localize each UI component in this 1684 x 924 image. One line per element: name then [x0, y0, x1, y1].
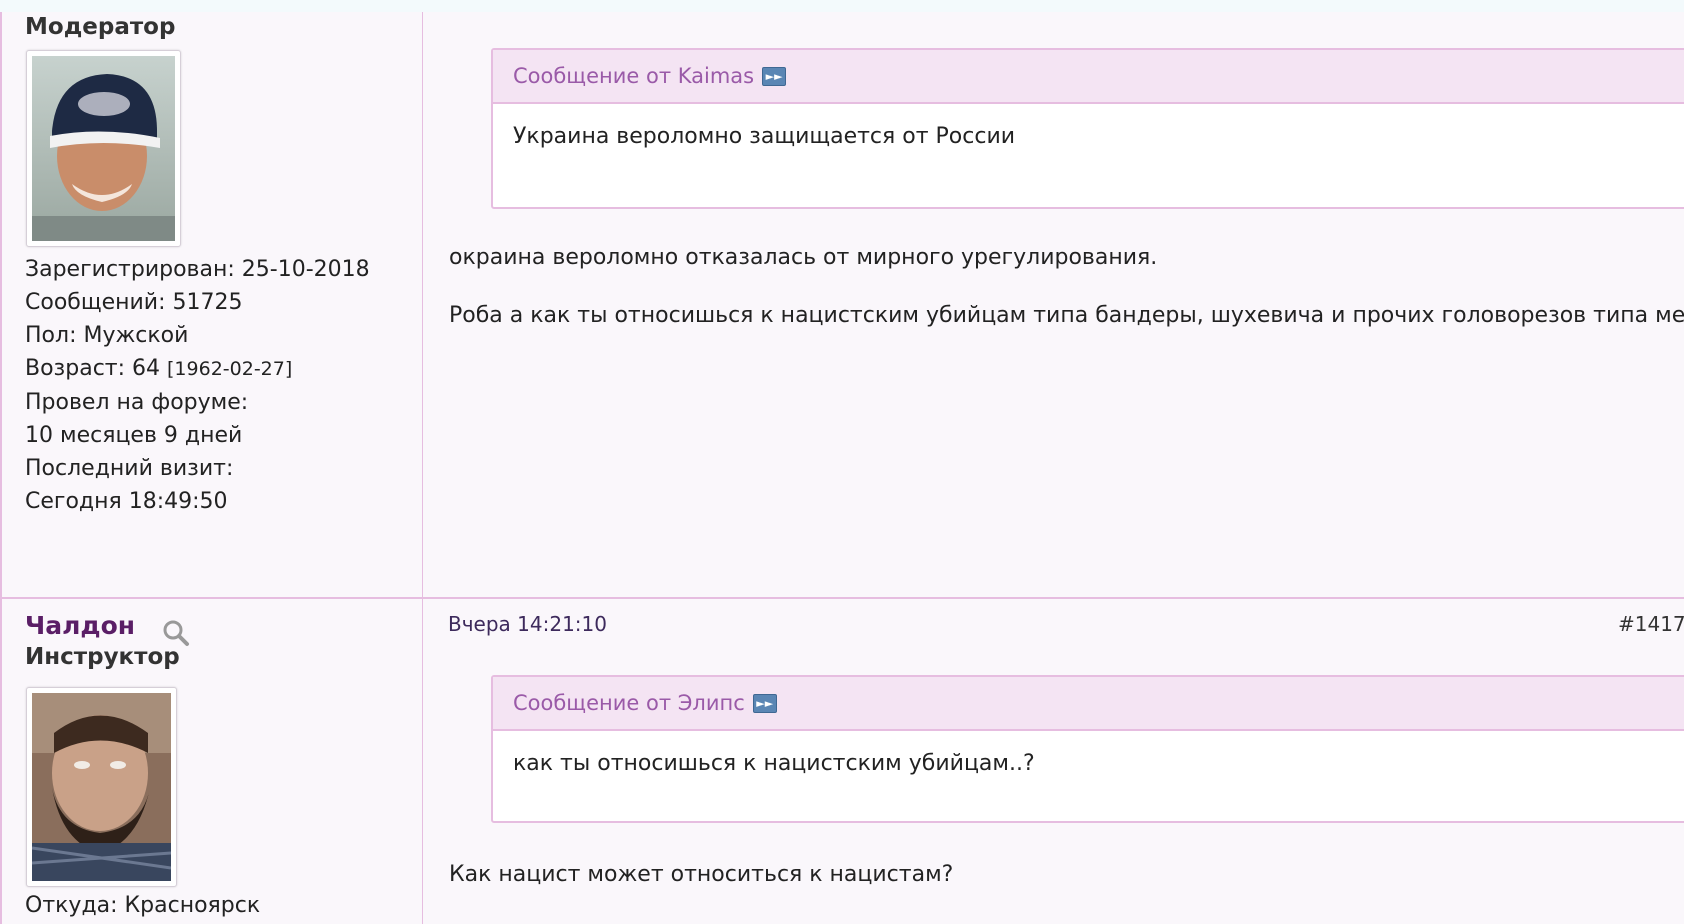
user-info: Откуда: Красноярск: [25, 889, 260, 922]
double-arrow-right-icon[interactable]: ►►: [752, 693, 777, 713]
registered-date: Зарегистрирован: 25-10-2018: [25, 257, 370, 282]
user-info: Зарегистрирован: 25-10-2018 Сообщений: 5…: [25, 253, 370, 518]
time-on-forum-label: Провел на форуме:: [25, 390, 249, 415]
avatar[interactable]: [26, 50, 181, 247]
message-text: Роба а как ты относишься к нацистским уб…: [449, 303, 1684, 328]
forum-page: Модератор Зарегистрирован: 25-10-2018 Со…: [0, 0, 1684, 924]
avatar-image-icon: [32, 56, 175, 241]
user-rank: Инструктор: [25, 644, 180, 670]
quote-author: Сообщение от Kaimas: [513, 64, 755, 88]
last-visit-label: Последний визит:: [25, 456, 234, 481]
search-icon[interactable]: [162, 619, 190, 647]
post: Модератор Зарегистрирован: 25-10-2018 Со…: [0, 12, 1684, 598]
time-on-forum-value: 10 месяцев 9 дней: [25, 423, 243, 448]
post-author-column: Чалдон Инструктор Откуда: Красноярск: [2, 599, 423, 924]
quote-block: Сообщение от Kaimas ►► Украина вероломно…: [491, 48, 1684, 209]
location: Откуда: Красноярск: [25, 893, 261, 918]
age: Возраст: 64 [1962-02-27]: [25, 352, 370, 386]
avatar[interactable]: [26, 687, 177, 887]
post-date: Вчера 14:21:10: [448, 612, 607, 636]
post-author-column: Модератор Зарегистрирован: 25-10-2018 Со…: [2, 12, 423, 598]
quote-block: Сообщение от Элипс ►► как ты относишься …: [491, 675, 1684, 823]
quote-header: Сообщение от Kaimas ►►: [493, 50, 1684, 104]
user-rank: Модератор: [25, 14, 176, 40]
quote-header: Сообщение от Элипс ►►: [493, 677, 1684, 731]
quote-text: Украина вероломно защищается от России: [513, 124, 1016, 149]
last-visit-value: Сегодня 18:49:50: [25, 489, 228, 514]
post-content-column: Вчера 14:21:10 #1417 Сообщение от Элипс …: [423, 599, 1684, 924]
post-number-link[interactable]: #1417: [1618, 612, 1684, 636]
post: Чалдон Инструктор Откуда: Красноярск Вче…: [0, 597, 1684, 924]
message-text: окраина вероломно отказалась от мирного …: [449, 245, 1158, 270]
gender: Пол: Мужской: [25, 323, 189, 348]
username[interactable]: Чалдон: [25, 611, 135, 640]
double-arrow-right-icon[interactable]: ►►: [762, 66, 787, 86]
quote-text: как ты относишься к нацистским убийцам..…: [513, 751, 1035, 776]
age-label: Возраст: 64: [25, 356, 161, 381]
message-text: Как нацист может относиться к нацистам?: [449, 862, 954, 887]
birth-date: [1962-02-27]: [167, 358, 293, 380]
post-content-column: Сообщение от Kaimas ►► Украина вероломно…: [423, 12, 1684, 598]
avatar-image-icon: [32, 693, 171, 881]
quote-author: Сообщение от Элипс: [513, 691, 745, 715]
message-count: Сообщений: 51725: [25, 290, 243, 315]
